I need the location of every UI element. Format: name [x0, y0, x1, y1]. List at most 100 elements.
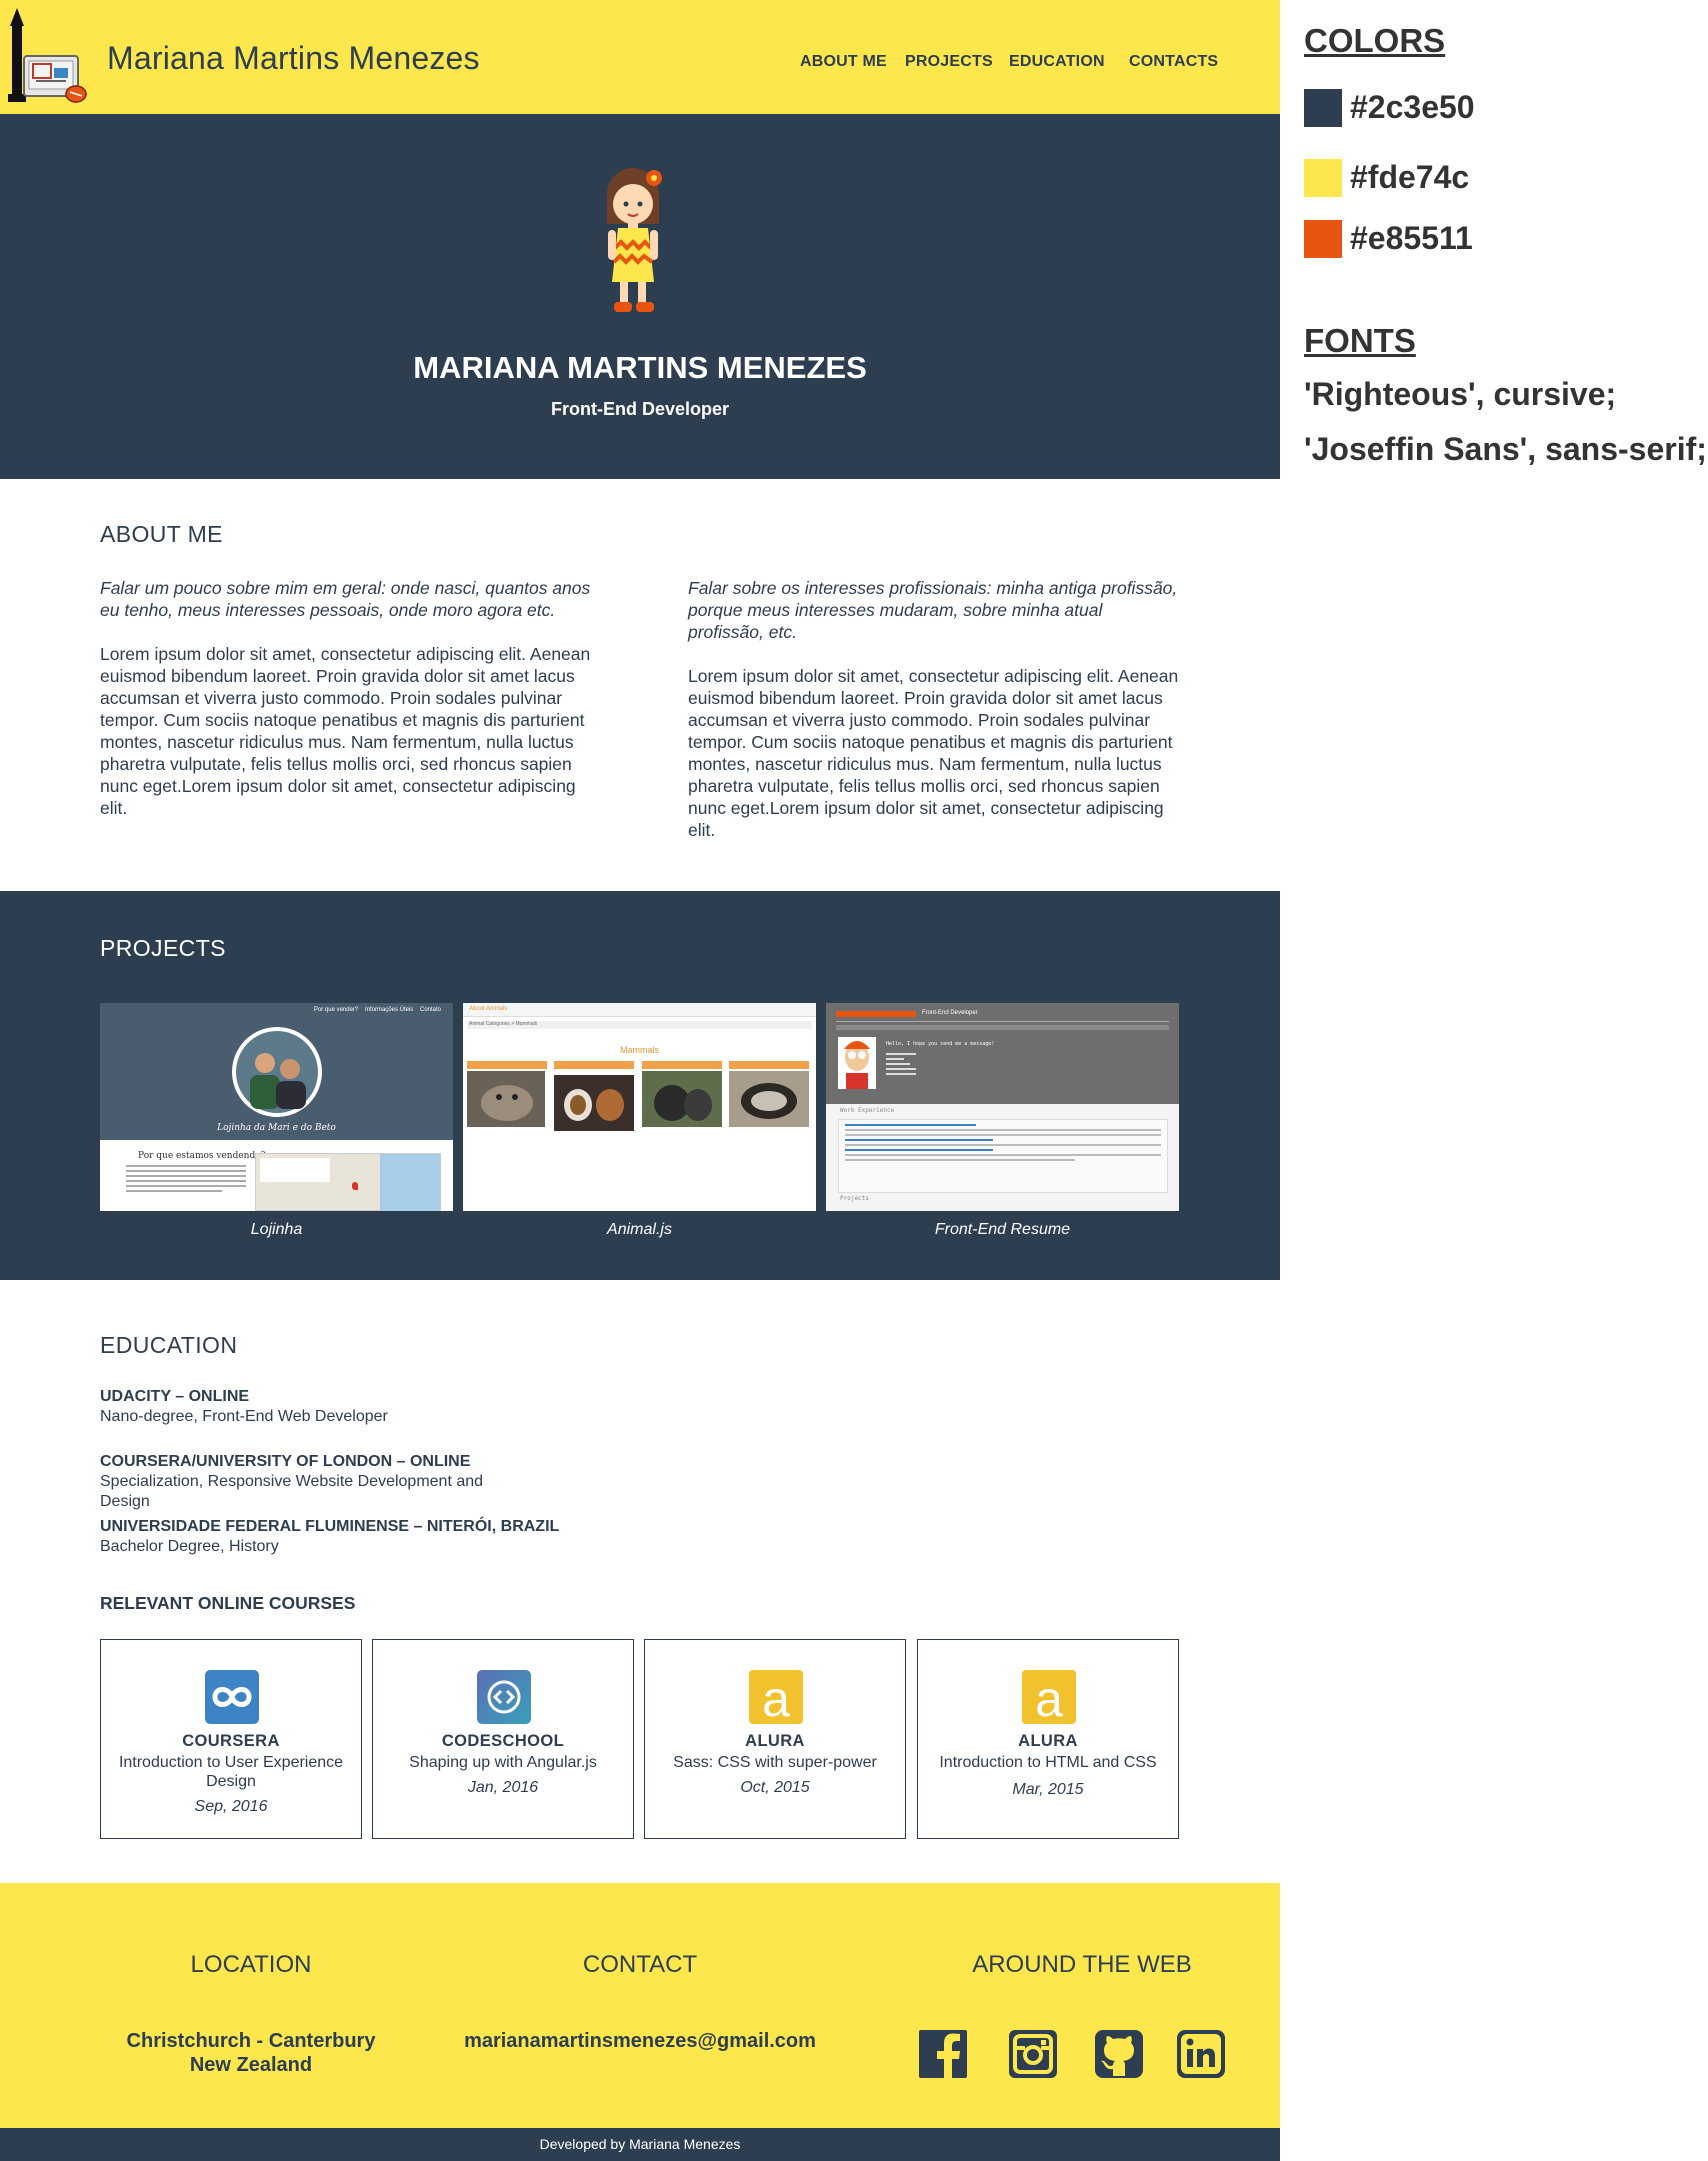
education-section: EDUCATION UDACITY – ONLINE Nano-degree, …: [0, 1280, 1280, 1883]
site-header: Mariana Martins Menezes ABOUT ME PROJECT…: [0, 0, 1280, 114]
github-icon[interactable]: [1094, 2029, 1144, 2079]
projects-section: PROJECTS Por que vender? Informações Úte…: [0, 891, 1280, 1280]
course-card[interactable]: a ALURA Introduction to HTML and CSS Mar…: [917, 1639, 1179, 1839]
course-name: Introduction to User Experience Design: [118, 1754, 344, 1790]
animal-burrow-photo: [729, 1071, 809, 1127]
about-intro: Falar um pouco sobre mim em geral: onde …: [100, 578, 591, 620]
hero-role: Front-End Developer: [550, 399, 729, 419]
color-label: #fde74c: [1350, 159, 1470, 195]
edu-degree: Specialization, Responsive Website Devel…: [100, 1473, 484, 1510]
dogs-photo: [554, 1075, 634, 1131]
linkedin-icon[interactable]: [1176, 2029, 1226, 2079]
thumb-heading: Por que estamos vendendo?: [138, 1151, 266, 1161]
color-swatch: [1304, 159, 1342, 197]
nav-contacts[interactable]: CONTACTS: [1129, 53, 1218, 71]
thumb-hello: Hello, I hope you send me a message!: [886, 1041, 995, 1047]
color-swatch: [1304, 89, 1342, 127]
contact-email-link[interactable]: marianamartinsmenezes@gmail.com: [440, 2029, 840, 2053]
course-date: Jan, 2016: [467, 1779, 539, 1796]
thumb-banner: Lojinha da Mari e do Beto: [217, 1123, 336, 1133]
style-guide-panel: COLORS #2c3e50 #fde74c #e85511 FONTS 'Ri…: [1280, 0, 1708, 2161]
thumb-top: About Animals: [469, 1006, 508, 1012]
footer-credit: Developed by Mariana Menezes: [0, 2128, 1280, 2161]
thumb-footer: Projects: [840, 1195, 869, 1202]
courses-title: RELEVANT ONLINE COURSES: [100, 1593, 356, 1613]
svg-text:a: a: [762, 1671, 790, 1724]
project-caption-lojinha[interactable]: Lojinha: [100, 1221, 453, 1239]
about-column-professional: Falar sobre os interesses profissionais:…: [688, 577, 1182, 841]
edu-school: UNIVERSIDADE FEDERAL FLUMINENSE – NITERÓ…: [100, 1518, 560, 1535]
about-intro: Falar sobre os interesses profissionais:…: [688, 578, 1178, 642]
thumb-map: [255, 1153, 441, 1211]
about-column-personal: Falar um pouco sobre mim em geral: onde …: [100, 577, 594, 819]
nav-projects[interactable]: PROJECTS: [905, 53, 993, 71]
about-section: ABOUT ME Falar um pouco sobre mim em ger…: [0, 479, 1280, 891]
coursera-icon: [205, 1670, 259, 1724]
codeschool-icon: [477, 1670, 531, 1724]
thumb-section: Work Experience: [840, 1107, 895, 1114]
course-provider: COURSERA: [182, 1732, 280, 1750]
location-line: New Zealand: [189, 2054, 313, 2076]
education-title: EDUCATION: [100, 1332, 238, 1358]
fonts-title: FONTS: [1304, 322, 1416, 359]
thumb-nav-item: Informações Úteis: [364, 1007, 414, 1013]
edu-school: UDACITY – ONLINE: [100, 1388, 250, 1405]
course-card[interactable]: a ALURA Sass: CSS with super-power Oct, …: [644, 1639, 906, 1839]
font-label: 'Righteous', cursive;: [1304, 376, 1617, 412]
location-line: Christchurch - Canterbury: [126, 2030, 376, 2052]
around-the-web-title: AROUND THE WEB: [972, 1951, 1192, 1978]
color-label: #2c3e50: [1350, 89, 1475, 125]
about-body: Lorem ipsum dolor sit amet, consectetur …: [688, 666, 1179, 840]
project-thumb-lojinha[interactable]: Por que vender? Informações Úteis Contat…: [100, 1003, 453, 1211]
cat-photo: [467, 1071, 545, 1127]
about-title: ABOUT ME: [100, 521, 223, 547]
course-date: Mar, 2015: [1012, 1781, 1084, 1798]
alura-icon: a: [749, 1670, 803, 1724]
projects-title: PROJECTS: [100, 935, 226, 961]
hero-name: MARIANA MARTINS MENEZES: [413, 350, 867, 385]
thumb-text-lines: [126, 1165, 246, 1195]
edu-degree: Nano-degree, Front-End Web Developer: [100, 1408, 388, 1425]
svg-text:a: a: [1035, 1671, 1063, 1724]
thumb-nav-item: Por que vender?: [313, 1007, 359, 1013]
cartoon-portrait: [838, 1037, 876, 1089]
course-name: Shaping up with Angular.js: [409, 1754, 597, 1771]
project-thumb-resume[interactable]: Front-End Developer Hello, I hope you se…: [826, 1003, 1179, 1211]
colors-title: COLORS: [1304, 22, 1446, 59]
project-caption-animaljs[interactable]: Animal.js: [463, 1221, 816, 1239]
gorillas-photo: [642, 1071, 722, 1127]
thumb-role: Front-End Developer: [922, 1010, 978, 1016]
course-provider: CODESCHOOL: [441, 1732, 565, 1750]
contact-title: CONTACT: [582, 1951, 698, 1978]
course-name: Sass: CSS with super-power: [673, 1754, 877, 1771]
course-provider: ALURA: [745, 1732, 805, 1750]
thumb-crumb: Animal Categories > Mammals: [469, 1021, 538, 1027]
color-swatch: [1304, 220, 1342, 258]
thumb-nav-item: Contato: [419, 1007, 441, 1013]
instagram-icon[interactable]: [1008, 2029, 1058, 2079]
about-body: Lorem ipsum dolor sit amet, consectetur …: [100, 644, 591, 818]
couple-photo: [232, 1027, 322, 1117]
desk-computer-logo-icon[interactable]: [6, 6, 88, 106]
color-label: #e85511: [1350, 220, 1473, 256]
girl-avatar-icon: [607, 168, 662, 312]
course-date: Sep, 2016: [194, 1798, 268, 1815]
edu-school: COURSERA/UNIVERSITY OF LONDON – ONLINE: [100, 1453, 471, 1470]
nav-education[interactable]: EDUCATION: [1009, 53, 1105, 71]
project-caption-resume[interactable]: Front-End Resume: [826, 1221, 1179, 1239]
course-provider: ALURA: [1018, 1732, 1078, 1750]
nav-about-me[interactable]: ABOUT ME: [800, 53, 887, 71]
course-name: Introduction to HTML and CSS: [939, 1754, 1157, 1771]
alura-icon: a: [1022, 1670, 1076, 1724]
site-title[interactable]: Mariana Martins Menezes: [107, 40, 480, 77]
facebook-icon[interactable]: [918, 2029, 968, 2079]
course-card[interactable]: CODESCHOOL Shaping up with Angular.js Ja…: [372, 1639, 634, 1839]
project-thumb-animaljs[interactable]: About Animals Animal Categories > Mammal…: [463, 1003, 816, 1211]
location-text: Christchurch - Canterbury New Zealand: [100, 2029, 402, 2077]
location-title: LOCATION: [190, 1951, 312, 1978]
font-label: 'Joseffin Sans', sans-serif;: [1304, 431, 1707, 467]
thumb-heading: Mammals: [619, 1045, 659, 1055]
edu-degree: Bachelor Degree, History: [100, 1538, 279, 1555]
course-date: Oct, 2015: [740, 1779, 810, 1796]
course-card[interactable]: COURSERA Introduction to User Experience…: [100, 1639, 362, 1839]
